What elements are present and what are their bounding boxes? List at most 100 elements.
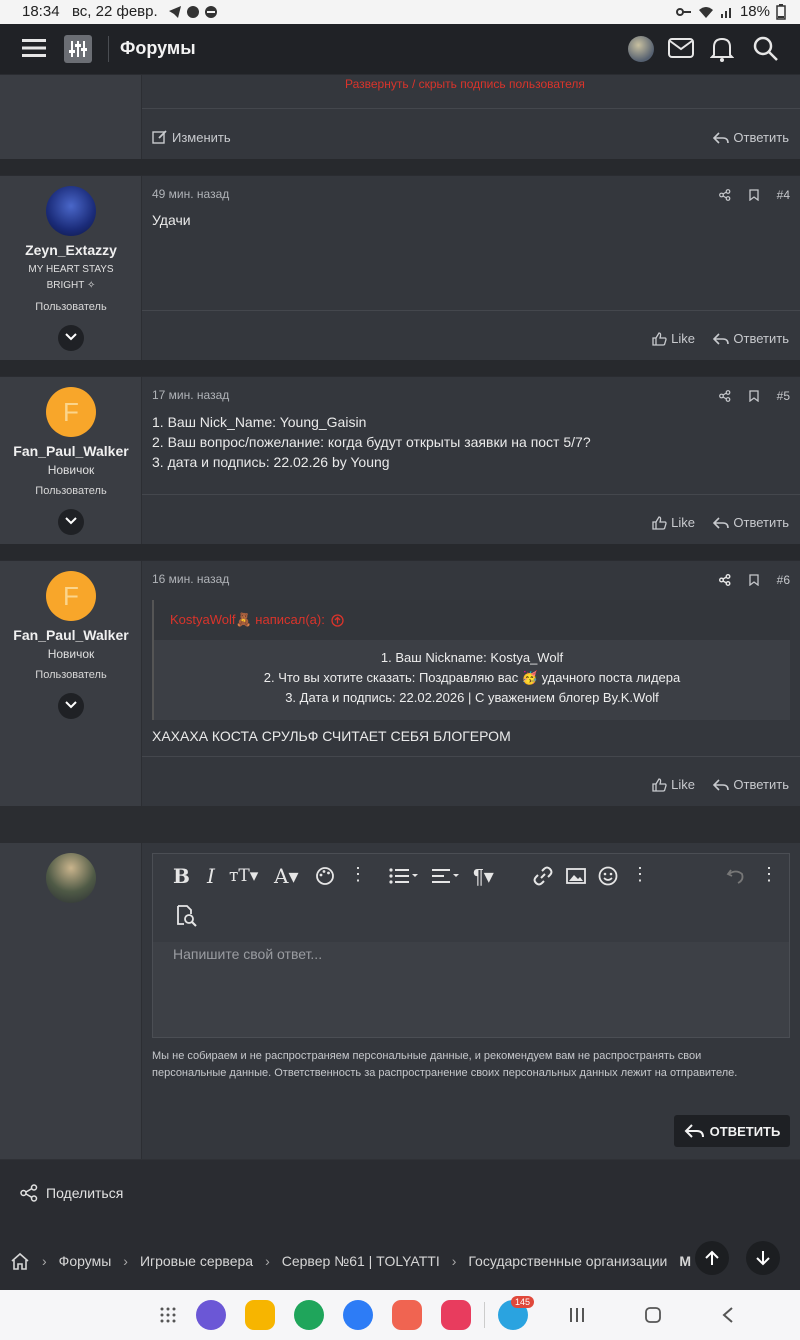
font-size-icon[interactable]: тT▾ <box>229 866 258 886</box>
link-icon[interactable] <box>533 866 553 886</box>
share-icon[interactable] <box>718 390 731 402</box>
mail-icon[interactable] <box>668 36 694 60</box>
author-title-line2: BRIGHT ✧ <box>46 280 96 291</box>
current-user-avatar[interactable] <box>46 853 96 903</box>
like-button[interactable]: Like <box>652 515 695 530</box>
breadcrumb-item[interactable]: Игровые сервера <box>140 1253 253 1269</box>
scroll-bottom-button[interactable] <box>746 1241 780 1275</box>
user-avatar[interactable] <box>628 36 654 62</box>
reply-input[interactable]: Напишите свой ответ... <box>173 946 322 962</box>
wifi-icon <box>698 6 713 18</box>
hamburger-menu-icon[interactable] <box>22 37 46 59</box>
thumbs-up-icon <box>652 331 667 346</box>
breadcrumb-item[interactable]: М <box>679 1253 691 1269</box>
author-avatar[interactable]: F <box>46 387 96 437</box>
chevron-down-icon <box>65 517 77 525</box>
list-icon[interactable] <box>389 867 421 885</box>
expand-author-button[interactable] <box>58 693 84 719</box>
bookmark-icon[interactable] <box>748 390 759 402</box>
post-previous: Развернуть / скрыть подпись пользователя… <box>0 74 800 159</box>
share-icon[interactable] <box>718 189 731 201</box>
chevron-down-icon <box>65 333 77 341</box>
bookmark-icon[interactable] <box>748 189 759 201</box>
camera-app-icon[interactable] <box>441 1300 471 1330</box>
quote-header[interactable]: KostyaWolf🧸 написал(а): <box>154 600 790 640</box>
author-username[interactable]: Fan_Paul_Walker <box>0 443 142 459</box>
share-icon[interactable] <box>718 574 731 586</box>
reply-button[interactable]: Ответить <box>713 130 789 145</box>
reply-button[interactable]: Ответить <box>713 777 789 792</box>
post-number[interactable]: #4 <box>777 188 790 202</box>
telegram-badge: 145 <box>511 1296 535 1308</box>
more-insert-icon[interactable]: ⋮ <box>631 864 649 885</box>
post-time[interactable]: 49 мин. назад <box>152 187 229 201</box>
arrow-up-icon <box>705 1250 719 1265</box>
post-time[interactable]: 16 мин. назад <box>152 572 229 586</box>
undo-icon[interactable] <box>726 866 746 886</box>
reply-button[interactable]: Ответить <box>713 515 789 530</box>
signature-toggle-link[interactable]: Развернуть / скрыть подпись пользователя <box>345 77 585 91</box>
author-role: Пользователь <box>35 485 107 497</box>
bell-icon[interactable] <box>710 36 734 62</box>
expand-author-button[interactable] <box>58 325 84 351</box>
recent-apps-icon[interactable] <box>569 1307 585 1323</box>
forum-logo[interactable] <box>64 35 92 63</box>
phone-app-icon[interactable] <box>294 1300 324 1330</box>
breadcrumb-item[interactable]: Государственные организации <box>468 1253 667 1269</box>
author-username[interactable]: Zeyn_Extazzy <box>0 242 142 258</box>
arrow-up-circle-icon <box>331 613 344 627</box>
align-icon[interactable] <box>432 867 462 885</box>
paragraph-icon[interactable]: ¶▾ <box>473 864 494 889</box>
palette-icon[interactable] <box>315 866 335 886</box>
reply-button[interactable]: Ответить <box>713 331 789 346</box>
editor-toolbar: B I тT▾ A▾ ⋮ ¶▾ ⋮ ⋮ <box>153 854 789 942</box>
preview-icon[interactable] <box>175 905 197 927</box>
home-icon[interactable] <box>10 1252 30 1270</box>
edit-icon <box>152 130 167 144</box>
author-avatar[interactable] <box>46 186 96 236</box>
more-actions-icon[interactable]: ⋮ <box>760 864 778 885</box>
author-role: Пользователь <box>35 669 107 681</box>
search-icon[interactable] <box>753 36 779 62</box>
scroll-top-button[interactable] <box>695 1241 729 1275</box>
text-color-icon[interactable]: A▾ <box>274 864 298 888</box>
submit-reply-button[interactable]: ОТВЕТИТЬ <box>674 1115 790 1147</box>
emoji-icon[interactable] <box>598 866 618 886</box>
edit-button[interactable]: Изменить <box>152 129 231 145</box>
post-number[interactable]: #5 <box>777 389 790 403</box>
share-button[interactable]: Поделиться <box>20 1184 123 1202</box>
bookmark-icon[interactable] <box>748 574 759 586</box>
breadcrumb-item[interactable]: Сервер №61 | TOLYATTI <box>282 1253 440 1269</box>
author-avatar[interactable]: F <box>46 571 96 621</box>
app-drawer-icon[interactable] <box>160 1307 176 1323</box>
author-title: MY HEART STAYS <box>28 264 114 275</box>
quote-author: KostyaWolf🧸 написал(а): <box>170 612 325 627</box>
author-title: Новичок <box>47 647 95 661</box>
home-button-icon[interactable] <box>645 1307 661 1323</box>
dock-divider <box>484 1302 485 1328</box>
post-number[interactable]: #6 <box>777 573 790 587</box>
share-icon <box>20 1184 38 1202</box>
post-gap <box>0 360 800 376</box>
arrow-down-icon <box>756 1251 770 1266</box>
like-button[interactable]: Like <box>652 777 695 792</box>
post-time[interactable]: 17 мин. назад <box>152 388 229 402</box>
breadcrumb-item[interactable]: Форумы <box>59 1253 112 1269</box>
browser-app-icon[interactable] <box>196 1300 226 1330</box>
more-options-icon[interactable]: ⋮ <box>349 864 367 885</box>
italic-icon[interactable]: I <box>207 864 215 888</box>
back-button-icon[interactable] <box>722 1307 734 1323</box>
post-body: ХАХАХА КОСТА СРУЛЬФ СЧИТАЕТ СЕБЯ БЛОГЕРО… <box>152 728 511 744</box>
messages-app-icon[interactable] <box>343 1300 373 1330</box>
author-username[interactable]: Fan_Paul_Walker <box>0 627 142 643</box>
do-not-disturb-icon <box>205 6 217 18</box>
quote-body: 1. Ваш Nickname: Kostya_Wolf 2. Что вы х… <box>263 650 681 705</box>
bold-icon[interactable]: B <box>173 864 190 888</box>
like-button[interactable]: Like <box>652 331 695 346</box>
image-icon[interactable] <box>566 867 586 885</box>
chat-icon <box>187 6 199 18</box>
contacts-app-icon[interactable] <box>392 1300 422 1330</box>
files-app-icon[interactable] <box>245 1300 275 1330</box>
post-gap <box>0 806 800 843</box>
expand-author-button[interactable] <box>58 509 84 535</box>
